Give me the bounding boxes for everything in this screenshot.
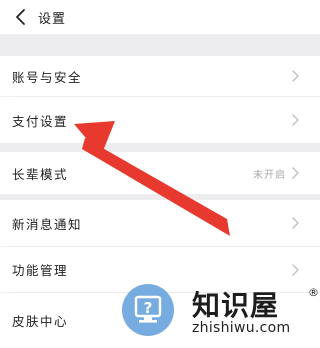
section-gap bbox=[0, 143, 320, 152]
settings-item-label: 新消息通知 bbox=[12, 216, 83, 232]
settings-item-label: 皮肤中心 bbox=[12, 314, 69, 329]
chevron-right-icon bbox=[292, 167, 299, 179]
elder-mode-status: 未开启 bbox=[253, 169, 286, 181]
settings-item-label: 功能管理 bbox=[12, 263, 69, 278]
chevron-right-icon bbox=[292, 263, 299, 276]
settings-item-label: 长辈模式 bbox=[12, 166, 69, 182]
back-arrow-icon[interactable] bbox=[10, 6, 32, 28]
watermark-url: zhishiwu.com bbox=[192, 320, 291, 336]
settings-item-label: 支付设置 bbox=[12, 113, 69, 129]
chevron-right-icon bbox=[292, 70, 299, 82]
watermark-brand: 知识屋 bbox=[192, 289, 280, 322]
watermark: ? 知识屋 ® zhishiwu.com bbox=[122, 282, 320, 348]
settings-item-elder-mode[interactable]: 长辈模式 未开启 bbox=[0, 152, 320, 194]
page-title: 设置 bbox=[38, 11, 67, 27]
svg-text:?: ? bbox=[144, 299, 153, 317]
chevron-right-icon bbox=[292, 114, 299, 126]
section-gap bbox=[0, 34, 320, 56]
settings-item-label: 账号与安全 bbox=[12, 69, 83, 85]
registered-mark: ® bbox=[308, 286, 319, 299]
chevron-right-icon bbox=[292, 217, 299, 229]
question-monitor-icon: ? bbox=[122, 284, 174, 336]
settings-item-account-security[interactable]: 账号与安全 bbox=[0, 56, 320, 96]
settings-item-payment[interactable]: 支付设置 bbox=[0, 97, 320, 143]
settings-item-notifications[interactable]: 新消息通知 bbox=[0, 200, 320, 246]
top-bar: 设置 bbox=[0, 0, 320, 34]
